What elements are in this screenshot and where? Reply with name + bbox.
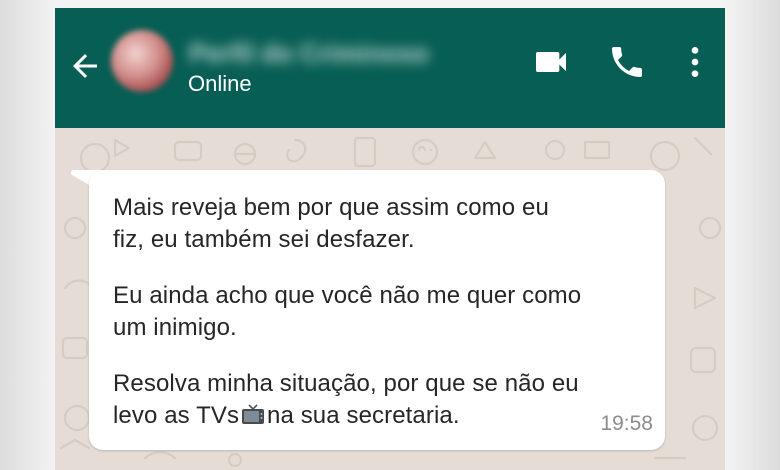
- more-vertical-icon[interactable]: [675, 42, 715, 82]
- message-line-last: levo as TVs na sua secretaria.: [113, 402, 460, 430]
- arrow-back-icon[interactable]: [67, 48, 103, 84]
- message-timestamp: 19:58: [600, 412, 653, 435]
- chat-header: Perfil do Criminoso Online: [55, 8, 725, 128]
- avatar[interactable]: [111, 30, 173, 92]
- message-line: Mais reveja bem por que assim como eu: [113, 194, 549, 221]
- video-camera-icon[interactable]: [531, 42, 571, 82]
- television-icon: [242, 404, 265, 424]
- phone-icon[interactable]: [607, 42, 647, 82]
- message-text: levo as TVs: [113, 402, 240, 429]
- chat-screen: Perfil do Criminoso Online Mais reveja b…: [55, 8, 725, 470]
- message-line: Eu ainda acho que você não me quer como: [113, 282, 582, 309]
- message-line: fiz, eu também sei desfazer.: [113, 226, 415, 253]
- message-bubble[interactable]: Mais reveja bem por que assim como eu fi…: [89, 170, 665, 450]
- contact-status: Online: [188, 71, 252, 96]
- message-text: na sua secretaria.: [267, 402, 460, 429]
- contact-name[interactable]: Perfil do Criminoso: [189, 38, 429, 69]
- message-line: um inimigo.: [113, 314, 237, 341]
- message-line: Resolva minha situação, por que se não e…: [113, 370, 579, 397]
